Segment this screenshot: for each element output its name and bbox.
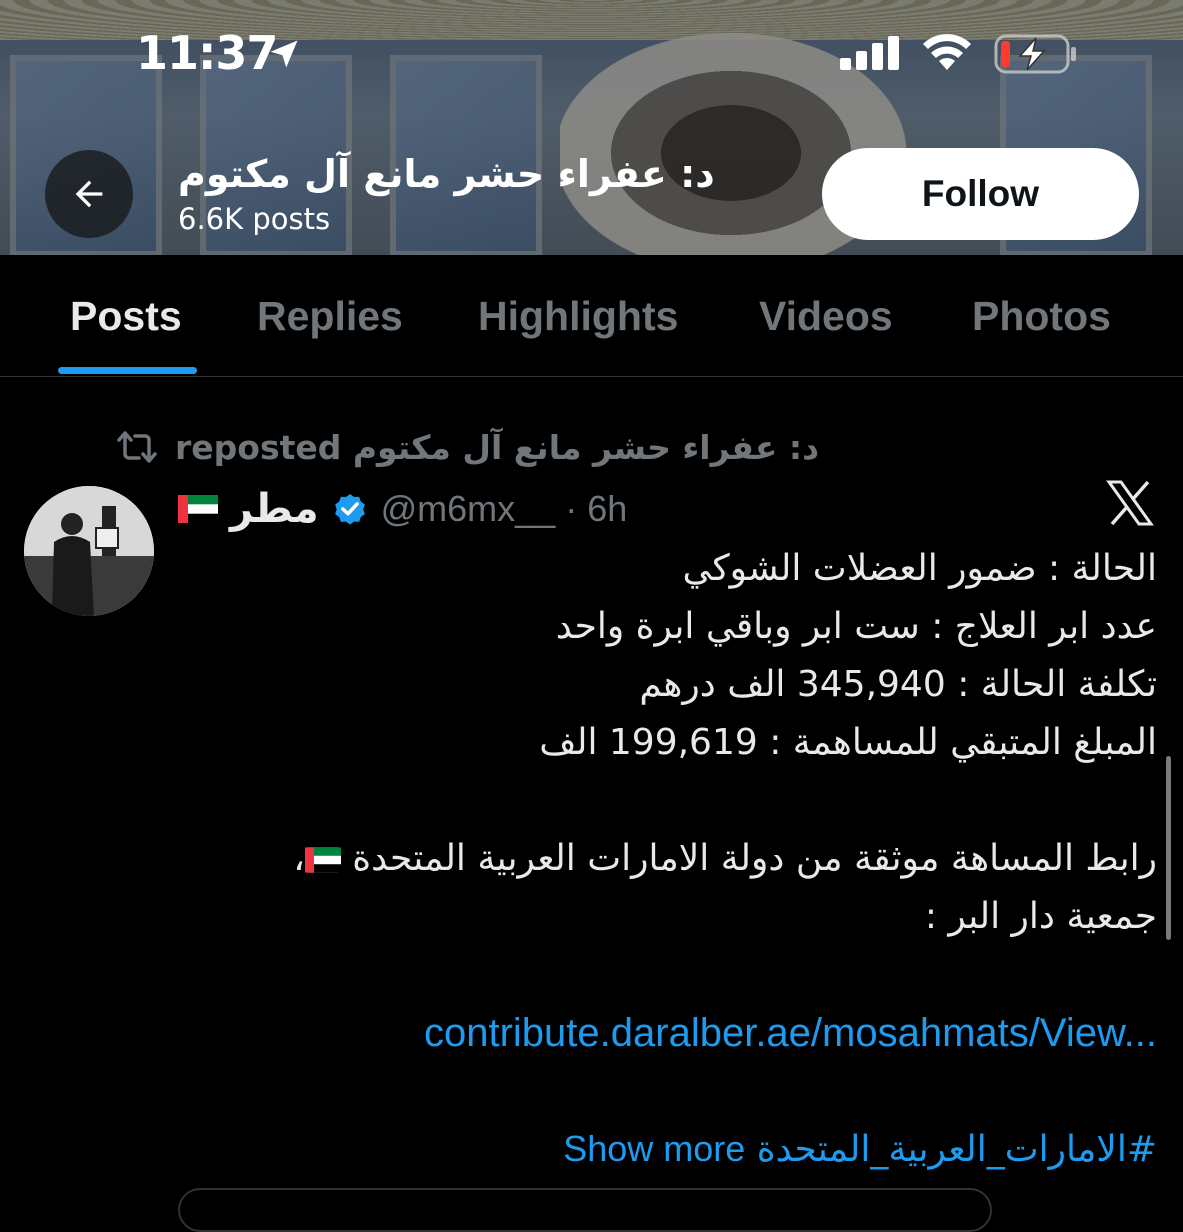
avatar-photo xyxy=(24,486,154,616)
post-text: الحالة : ضمور العضلات الشوكي عدد ابر الع… xyxy=(180,540,1157,1178)
tab-videos[interactable]: Videos xyxy=(759,293,893,340)
uae-flag-icon xyxy=(178,495,218,523)
avatar[interactable] xyxy=(24,486,154,616)
uae-flag-icon xyxy=(304,847,341,873)
follow-button[interactable]: Follow xyxy=(822,148,1139,240)
post-link[interactable]: contribute.daralber.ae/mosahmats/View... xyxy=(180,1004,1157,1062)
x-logo-icon xyxy=(1106,480,1154,526)
repost-icon xyxy=(117,431,157,463)
author-name[interactable]: مطر xyxy=(230,486,319,532)
wifi-icon xyxy=(923,34,971,70)
post-line-cost: تكلفة الحالة : 345,940 الف درهم xyxy=(639,664,1157,705)
battery-charging-icon xyxy=(994,34,1076,74)
post-line-condition: الحالة : ضمور العضلات الشوكي xyxy=(682,548,1157,589)
post-line-link-intro: رابط المساهة موثقة من دولة الامارات العر… xyxy=(180,830,1157,888)
profile-name: د: عفراء حشر مانع آل مكتوم xyxy=(178,152,715,196)
profile-tabs: Posts Replies Highlights Videos Photos xyxy=(0,255,1183,377)
post-author-row: مطر @m6mx__ · 6h xyxy=(178,484,627,534)
active-tab-indicator xyxy=(58,367,197,374)
post-hashtag[interactable]: #الامارات_العربية_المتحدة xyxy=(757,1129,1157,1170)
quoted-card[interactable] xyxy=(178,1188,992,1232)
cellular-signal-icon xyxy=(840,36,899,70)
tab-replies[interactable]: Replies xyxy=(257,293,403,340)
location-arrow-icon xyxy=(270,40,298,68)
post-blank-line xyxy=(180,772,1157,830)
repost-label: د: عفراء حشر مانع آل مكتوم reposted xyxy=(175,427,820,467)
post-count: 6.6K posts xyxy=(178,202,331,236)
post-hashtag-row: #الامارات_العربية_المتحدة Show more xyxy=(180,1120,1157,1178)
tab-photos[interactable]: Photos xyxy=(972,293,1111,340)
profile-banner: 11:37 د: عفراء حشر مانع آل مكتوم 6.6K po… xyxy=(0,0,1183,255)
scrollbar[interactable] xyxy=(1166,756,1171,940)
post-blank-line xyxy=(180,1062,1157,1120)
post-line-doses: عدد ابر العلاج : ست ابر وباقي ابرة واحد xyxy=(555,606,1157,647)
arrow-left-icon xyxy=(75,180,103,208)
post-line-link-intro-text: رابط المساهة موثقة من دولة الامارات العر… xyxy=(352,838,1157,879)
post-line-remaining: المبلغ المتبقي للمساهمة : 199,619 الف xyxy=(539,722,1157,763)
verified-badge-icon xyxy=(334,493,365,525)
post-blank-line xyxy=(180,946,1157,1004)
show-more-link[interactable]: Show more xyxy=(563,1128,745,1169)
author-handle[interactable]: @m6mx__ · 6h xyxy=(381,488,628,530)
tab-highlights[interactable]: Highlights xyxy=(478,293,678,340)
status-time: 11:37 xyxy=(136,26,278,80)
repost-context[interactable]: د: عفراء حشر مانع آل مكتوم reposted xyxy=(115,425,819,469)
post-line-link-intro-comma: ، xyxy=(293,838,305,879)
tab-posts[interactable]: Posts xyxy=(70,293,182,340)
post-line-charity: جمعية دار البر : xyxy=(924,896,1157,937)
back-button[interactable] xyxy=(45,150,133,238)
